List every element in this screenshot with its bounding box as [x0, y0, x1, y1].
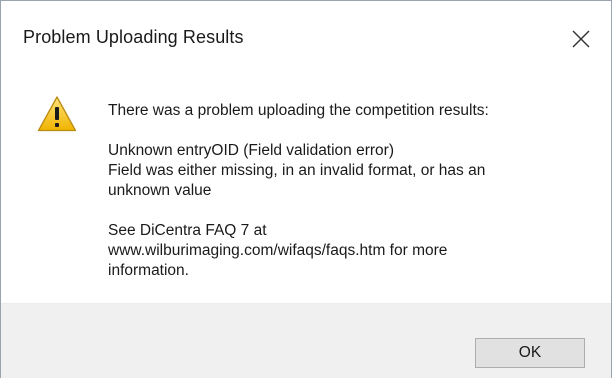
- message-text: There was a problem uploading the compet…: [108, 101, 588, 281]
- warning-icon: [37, 96, 77, 132]
- close-icon: [572, 30, 590, 48]
- button-bar: OK: [1, 303, 611, 378]
- message-line: Unknown entryOID (Field validation error…: [108, 142, 394, 159]
- ok-button[interactable]: OK: [475, 338, 585, 368]
- message-line: Field was either missing, in an invalid …: [108, 162, 486, 179]
- close-button[interactable]: [561, 19, 601, 59]
- message-line: There was a problem uploading the compet…: [108, 102, 489, 119]
- dialog-content: There was a problem uploading the compet…: [1, 77, 611, 303]
- message-line: www.wilburimaging.com/wifaqs/faqs.htm fo…: [108, 242, 448, 259]
- message-line: information.: [108, 262, 189, 279]
- title-bar[interactable]: Problem Uploading Results: [1, 1, 611, 77]
- dialog-title: Problem Uploading Results: [23, 27, 244, 47]
- message-line: See DiCentra FAQ 7 at: [108, 222, 267, 239]
- error-dialog: Problem Uploading Results There was a pr…: [0, 0, 612, 378]
- message-line: unknown value: [108, 182, 212, 199]
